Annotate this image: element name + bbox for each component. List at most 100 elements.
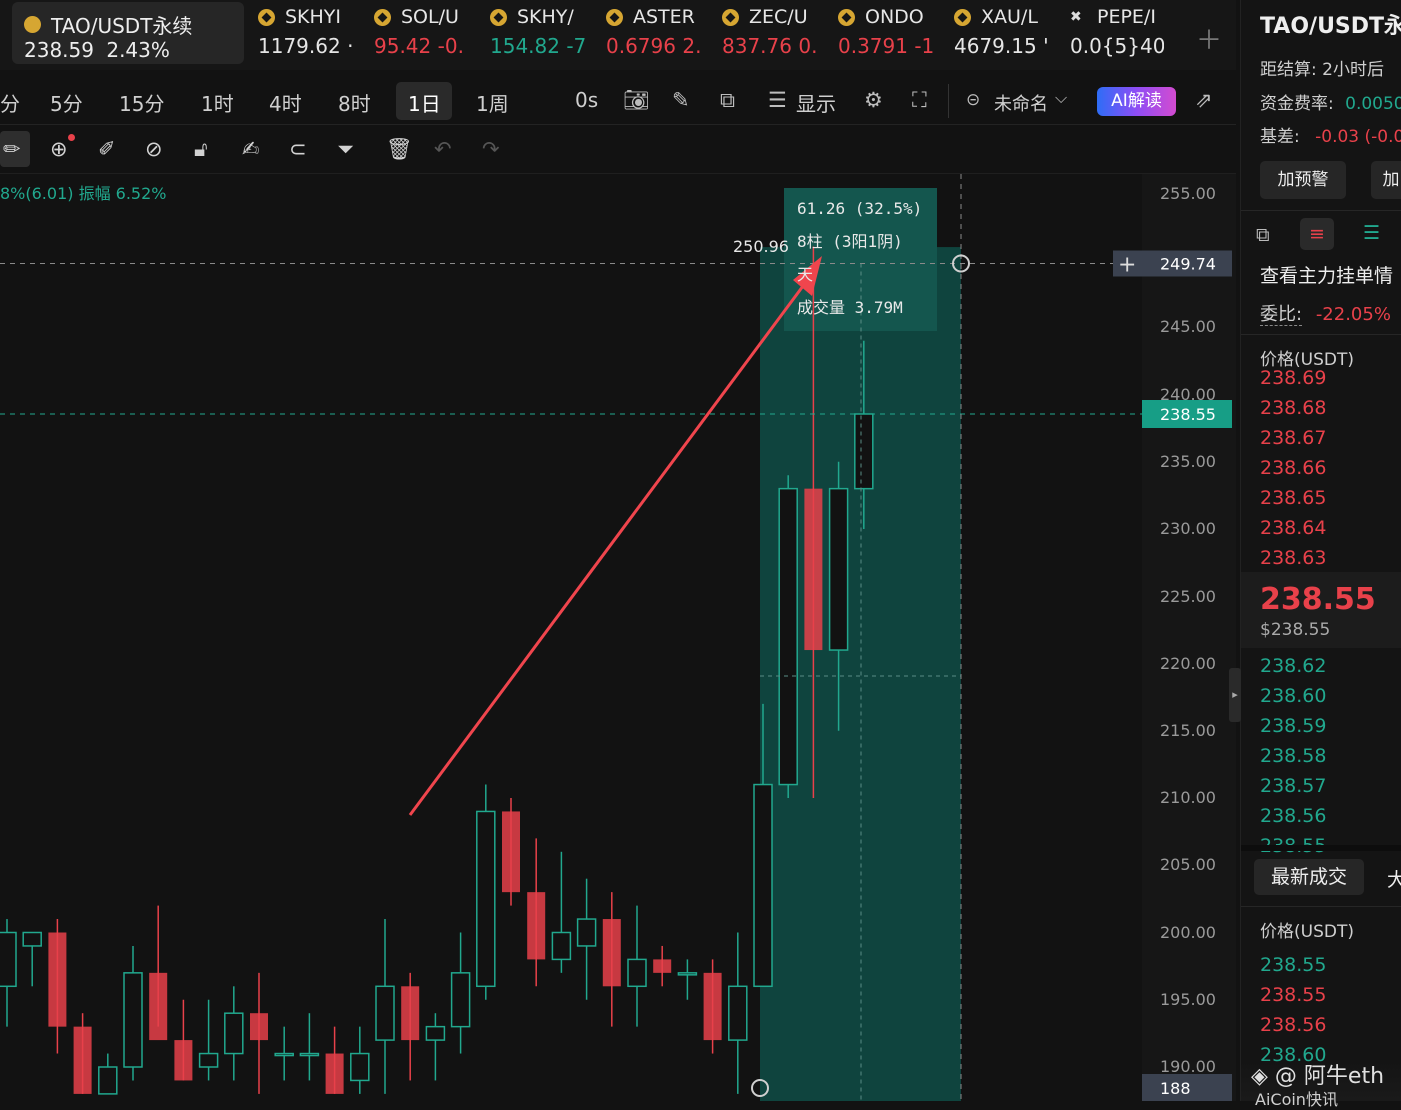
filter-icon[interactable]: ⏷ [337,137,354,162]
ticker-item[interactable]: SOL/U 95.42 -0. [374,6,478,66]
zoom-icon[interactable]: ⊕ [50,137,68,161]
ticker-item[interactable]: ASTER 0.6796 2. [606,6,710,66]
ticker-change: 2. [682,34,702,58]
candle-body-up [274,1052,294,1057]
interval-3[interactable]: 1时 [201,88,234,117]
trash-icon[interactable]: 🗑︎ [386,137,413,162]
ticker-price: 0.6796 [606,34,676,58]
y-tick-label: 235.00 [1160,452,1216,471]
chevron-down-icon[interactable]: ⌵ [1055,88,1067,108]
add-alert-button-2[interactable]: 加 [1371,161,1401,199]
trades-header: 价格(USDT) [1260,922,1354,942]
display-label[interactable]: 显示 [796,88,836,117]
ask-row[interactable]: 238.67 [1260,427,1326,449]
candle-body-down [48,932,67,1027]
interval-0[interactable]: 分 [0,88,20,117]
y-tick-label: 255.00 [1160,184,1216,203]
ask-row[interactable]: 238.64 [1260,517,1326,539]
settle-value: 2小时后 [1322,60,1384,80]
camera-icon[interactable]: 📷︎ [623,88,650,113]
ratio-label: 委比: [1260,304,1303,326]
tab-latest-trades[interactable]: 最新成交 [1254,859,1364,895]
measure-volume: 成交量 3.79M [797,298,903,317]
candle-body-up [627,958,647,988]
ticker-item[interactable]: ✖ PEPE/I 0.0{5}408 [1070,6,1164,66]
y-tick-label: 225.00 [1160,587,1216,606]
ticker-item[interactable]: XAU/L 4679.15 ' [954,6,1058,66]
ask-row[interactable]: 238.65 [1260,487,1326,509]
binance-coin-icon [24,16,41,33]
new-window-icon[interactable]: ⧉ [1256,224,1270,246]
bid-row[interactable]: 238.57 [1260,775,1326,797]
ticker-price: 0.3791 [838,34,908,58]
candle-body-up [728,985,748,1041]
layout-name[interactable]: 未命名 [994,90,1048,116]
binance-coin-icon [258,8,275,26]
y-tick-label: 200.00 [1160,923,1216,942]
y-tick-label: 240.00 [1160,385,1216,404]
basis-value: -0.03 (-0.0 [1315,127,1401,147]
collapse-panel-handle[interactable]: ▸ [1229,668,1241,722]
interval-2[interactable]: 15分 [119,88,164,117]
add-order-icon[interactable]: + [1118,252,1136,277]
candle-body-down [502,811,520,893]
binance-coin-icon [606,8,623,26]
ruler-icon[interactable]: ✏ [3,137,21,161]
ticker-item[interactable]: SKHYI 1179.62 · [258,6,362,66]
bid-row[interactable]: 238.56 [1260,805,1326,827]
list-icon[interactable]: ☰ [768,88,787,112]
fullscreen-icon[interactable]: ⛶ [912,88,927,113]
share-icon[interactable]: ⇗ [1195,88,1213,112]
ask-row[interactable]: 238.69 [1260,367,1326,389]
orderbook-both-icon[interactable]: ≡ [1300,218,1334,250]
binance-coin-icon [374,8,391,26]
y-axis-bg [1142,174,1236,1101]
note-icon[interactable]: ✍ [242,137,260,161]
pencil-icon[interactable]: ✎ [672,88,690,112]
countdown: 0s [575,88,599,112]
binance-coin-icon [954,8,971,26]
plus-icon[interactable]: ＋ [1196,20,1222,57]
last-price-usd: $238.55 [1260,620,1331,640]
undo-icon[interactable]: ↶ [434,137,452,161]
eraser-icon[interactable]: ✐ [98,137,116,161]
ticker-name: ASTER [633,6,695,28]
ask-row[interactable]: 238.68 [1260,397,1326,419]
candle-body-up [350,1052,370,1082]
layout-icon[interactable]: ⊝ [966,90,980,110]
orderbook-bids-icon[interactable]: ☰ [1363,222,1380,244]
ticker-active[interactable]: TAO/USDT永续 238.59 2.43% [12,2,244,64]
interval-7[interactable]: 1周 [476,88,509,117]
interval-4[interactable]: 4时 [269,88,302,117]
bid-row[interactable]: 238.62 [1260,655,1326,677]
ticker-item[interactable]: ONDO 0.3791 -1 [838,6,942,66]
ticker-name: PEPE/I [1097,6,1156,28]
interval-1[interactable]: 5分 [50,88,83,117]
redo-icon[interactable]: ↷ [482,137,500,161]
interval-5[interactable]: 8时 [338,88,371,117]
ask-row[interactable]: 238.63 [1260,547,1326,569]
candlestick-chart[interactable]: 61.26 (32.5%) 8柱 (3阳1阴) 天成交量 3.79M 250.96 23… [0,174,1236,1101]
ai-interpret-button[interactable]: AI解读 [1097,87,1176,116]
candle-body-up [778,487,798,786]
ticker-price: 4679.15 [954,34,1037,58]
orderbook-link[interactable]: 查看主力挂单情 [1260,261,1393,288]
interval-6[interactable]: 1日 [408,88,441,117]
lock-icon[interactable]: 🔓︎ [194,137,208,162]
add-alert-button[interactable]: 加预警 [1260,161,1346,199]
bid-row[interactable]: 238.60 [1260,685,1326,707]
bid-row[interactable]: 238.59 [1260,715,1326,737]
settings-icon[interactable]: ⚙ [864,88,883,112]
candle-body-down [250,1013,268,1041]
candle-body-up [98,1066,118,1095]
ticker-item[interactable]: ZEC/U 837.76 0. [722,6,826,66]
visibility-icon[interactable]: ⊘ [145,137,163,161]
ticker-item[interactable]: SKHY/154.82 -7 [490,6,594,66]
ask-row[interactable]: 238.66 [1260,457,1326,479]
new-window-icon[interactable]: ⧉ [720,88,735,113]
bid-row[interactable]: 238.58 [1260,745,1326,767]
magnet-icon[interactable]: ⊂ [289,137,307,161]
tab-large-trades[interactable]: 大 [1387,865,1401,892]
trade-row: 238.55 [1260,984,1327,1006]
candle-body-up [828,487,849,651]
